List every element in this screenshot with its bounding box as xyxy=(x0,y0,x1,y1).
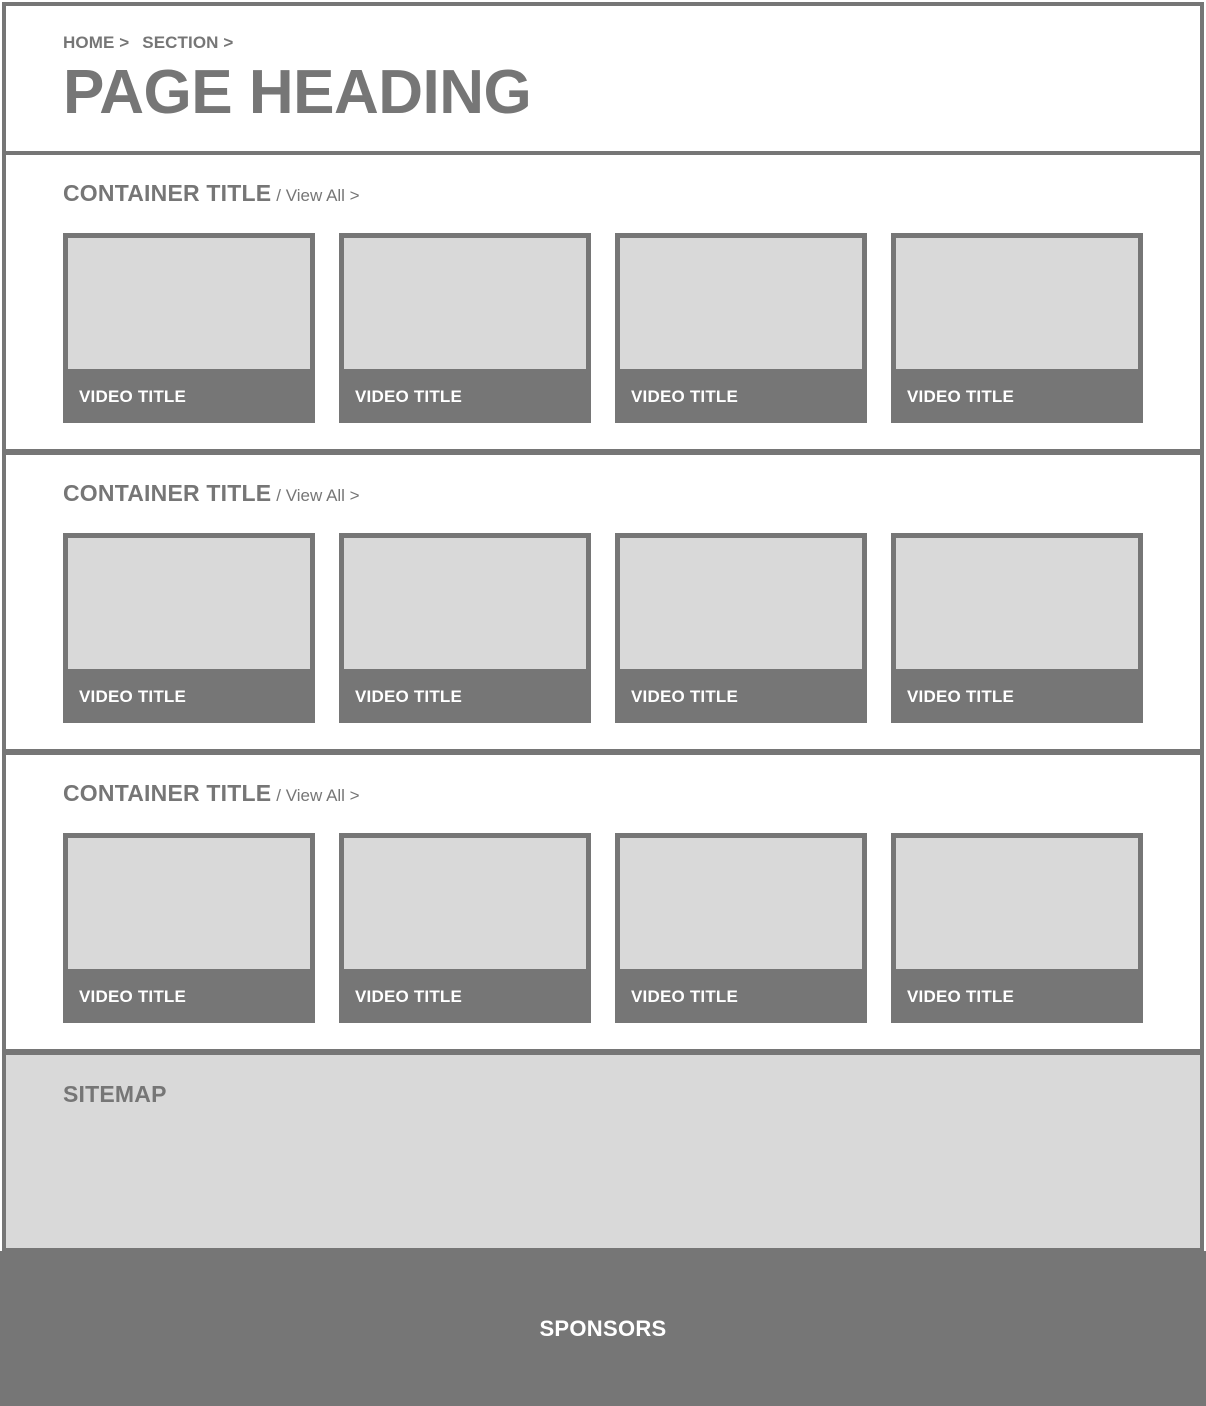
video-card[interactable]: VIDEO TITLE xyxy=(615,233,867,423)
video-card[interactable]: VIDEO TITLE xyxy=(339,233,591,423)
video-card[interactable]: VIDEO TITLE xyxy=(891,233,1143,423)
container-title: CONTAINER TITLE xyxy=(63,180,272,206)
video-thumbnail xyxy=(68,238,310,369)
sponsors-footer: SPONSORS xyxy=(0,1251,1206,1406)
container-title: CONTAINER TITLE xyxy=(63,780,272,806)
container-title: CONTAINER TITLE xyxy=(63,480,272,506)
video-container: CONTAINER TITLE / View All > VIDEO TITLE… xyxy=(2,751,1204,1053)
video-thumbnail xyxy=(344,838,586,969)
video-thumbnail xyxy=(620,238,862,369)
video-card[interactable]: VIDEO TITLE xyxy=(63,233,315,423)
sitemap: SITEMAP xyxy=(2,1051,1204,1252)
container-header: CONTAINER TITLE / View All > xyxy=(63,480,360,507)
video-thumbnail xyxy=(620,838,862,969)
video-container: CONTAINER TITLE / View All > VIDEO TITLE… xyxy=(2,151,1204,453)
video-title: VIDEO TITLE xyxy=(907,987,1015,1006)
breadcrumb: HOME > SECTION > xyxy=(63,33,233,53)
sitemap-title: SITEMAP xyxy=(63,1081,167,1107)
video-title: VIDEO TITLE xyxy=(355,987,463,1006)
container-header: CONTAINER TITLE / View All > xyxy=(63,780,360,807)
video-card[interactable]: VIDEO TITLE xyxy=(339,833,591,1023)
video-card[interactable]: VIDEO TITLE xyxy=(339,533,591,723)
sponsors-label: SPONSORS xyxy=(539,1315,667,1341)
video-title: VIDEO TITLE xyxy=(631,687,739,706)
video-thumbnail xyxy=(896,838,1138,969)
view-all-link[interactable]: / View All > xyxy=(276,186,359,206)
video-title: VIDEO TITLE xyxy=(355,687,463,706)
video-title: VIDEO TITLE xyxy=(355,387,463,406)
video-card[interactable]: VIDEO TITLE xyxy=(615,533,867,723)
view-all-link[interactable]: / View All > xyxy=(276,486,359,506)
video-card[interactable]: VIDEO TITLE xyxy=(891,533,1143,723)
video-thumbnail xyxy=(344,238,586,369)
video-card[interactable]: VIDEO TITLE xyxy=(63,533,315,723)
video-title: VIDEO TITLE xyxy=(907,387,1015,406)
page-header: HOME > SECTION > PAGE HEADING xyxy=(2,2,1204,155)
video-thumbnail xyxy=(344,538,586,669)
video-card-row: VIDEO TITLE VIDEO TITLE VIDEO TITLE VIDE… xyxy=(63,833,1143,1023)
video-card-row: VIDEO TITLE VIDEO TITLE VIDEO TITLE VIDE… xyxy=(63,233,1143,423)
video-title: VIDEO TITLE xyxy=(79,387,187,406)
video-thumbnail xyxy=(896,238,1138,369)
page-title: PAGE HEADING xyxy=(63,58,532,127)
breadcrumb-section[interactable]: SECTION > xyxy=(142,33,233,53)
video-title: VIDEO TITLE xyxy=(907,687,1015,706)
video-thumbnail xyxy=(620,538,862,669)
video-title: VIDEO TITLE xyxy=(631,387,739,406)
video-thumbnail xyxy=(896,538,1138,669)
container-header: CONTAINER TITLE / View All > xyxy=(63,180,360,207)
view-all-link[interactable]: / View All > xyxy=(276,786,359,806)
video-thumbnail xyxy=(68,538,310,669)
video-card[interactable]: VIDEO TITLE xyxy=(615,833,867,1023)
video-card[interactable]: VIDEO TITLE xyxy=(891,833,1143,1023)
breadcrumb-home[interactable]: HOME > xyxy=(63,33,129,53)
video-card[interactable]: VIDEO TITLE xyxy=(63,833,315,1023)
video-container: CONTAINER TITLE / View All > VIDEO TITLE… xyxy=(2,451,1204,753)
video-title: VIDEO TITLE xyxy=(79,687,187,706)
video-title: VIDEO TITLE xyxy=(79,987,187,1006)
video-title: VIDEO TITLE xyxy=(631,987,739,1006)
video-card-row: VIDEO TITLE VIDEO TITLE VIDEO TITLE VIDE… xyxy=(63,533,1143,723)
video-thumbnail xyxy=(68,838,310,969)
